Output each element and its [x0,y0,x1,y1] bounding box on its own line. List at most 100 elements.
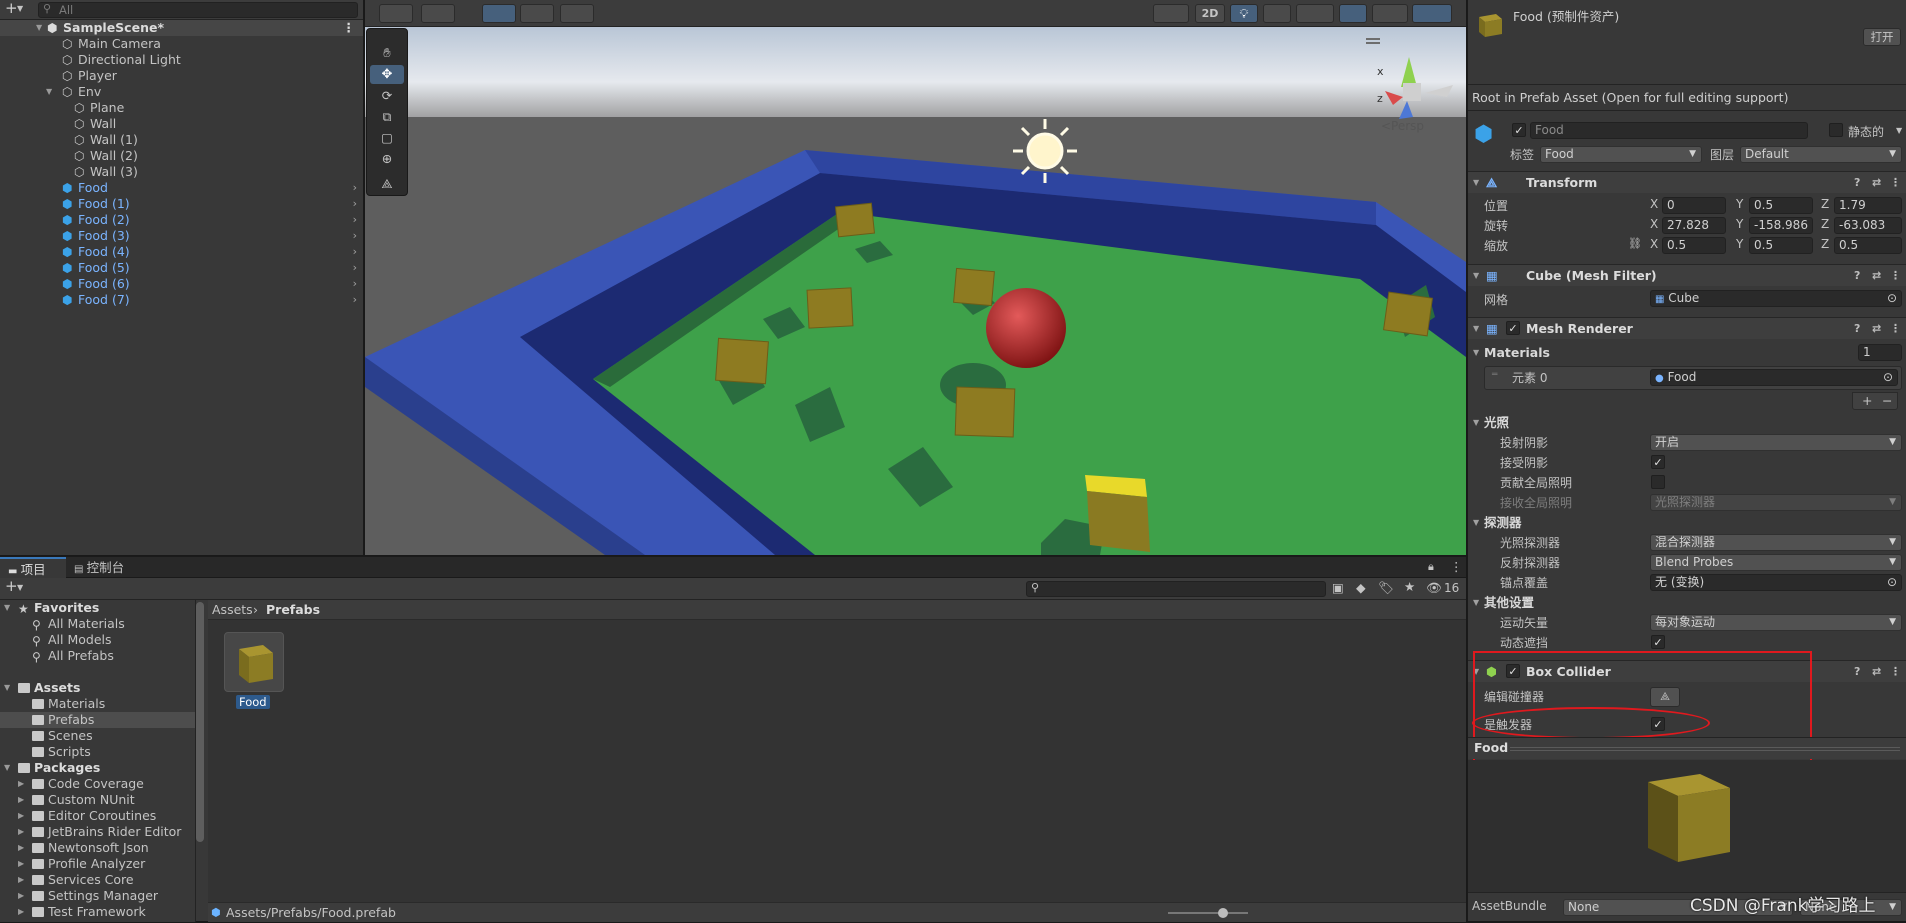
chevron-right-icon[interactable]: › [353,276,357,292]
probes-foldout[interactable]: ▼ 探测器 [1468,514,1906,532]
tree-favorites[interactable]: ▼ ★ Favorites [0,600,195,616]
perspective-toggle[interactable]: <Persp [1381,119,1424,133]
search-by-type-icon[interactable]: ▣ [1332,580,1344,595]
move-tool[interactable]: ✥ [370,65,404,84]
tree-assets[interactable]: ▼ Assets [0,680,195,696]
tree-package-folder[interactable]: ▶ Newtonsoft Json [0,840,195,856]
chevron-down-icon[interactable]: ▼ [17,583,23,592]
presets-icon[interactable]: ⇄ [1872,318,1881,340]
tree-asset-folder[interactable]: Scripts [0,744,195,760]
preview-header[interactable]: Food [1468,737,1906,759]
active-checkbox[interactable]: ✓ [1512,123,1526,137]
position-y-axis[interactable]: Y [1736,197,1743,211]
hierarchy-item-prefab[interactable]: ⬢ Food (6) › [0,276,363,292]
mesh-renderer-header[interactable]: ▼ ▦ ✓ Mesh Renderer ? ⇄ ⋮ [1468,317,1906,339]
more-icon[interactable]: ⋮ [1890,318,1901,340]
asset-tile-food[interactable] [224,632,284,692]
chevron-right-icon[interactable]: › [353,244,357,260]
drag-handle-icon[interactable]: ═ [1492,370,1497,380]
tree-favorite-item[interactable]: ⚲ All Materials [0,616,195,632]
transform-tool[interactable]: ⊕ [370,149,404,168]
tree-asset-folder[interactable]: Prefabs [0,712,195,728]
breadcrumb-assets[interactable]: Assets [212,600,253,620]
scale-y-axis[interactable]: Y [1736,237,1743,251]
hierarchy-item-prefab[interactable]: ⬢ Food (4) › [0,244,363,260]
globe-button[interactable] [421,4,455,23]
reflection-probes-dropdown[interactable]: Blend Probes ▼ [1650,554,1902,571]
presets-icon[interactable]: ⇄ [1872,172,1881,194]
icon-size-slider[interactable] [1168,908,1248,918]
scale-z-axis[interactable]: Z [1821,237,1829,251]
transform-header[interactable]: ▼ ⟁ Transform ? ⇄ ⋮ [1468,171,1906,193]
motion-vectors-dropdown[interactable]: 每对象运动 ▼ [1650,614,1902,631]
rotation-z-field[interactable]: -63.083 [1834,217,1902,234]
hierarchy-item[interactable]: ⬡ Directional Light [0,52,363,68]
position-y-field[interactable]: 0.5 [1749,197,1813,214]
scale-x-field[interactable]: 0.5 [1662,237,1726,254]
hierarchy-item[interactable]: ⬡ Wall [0,116,363,132]
tree-package-folder[interactable]: ▶ Custom NUnit [0,792,195,808]
rotation-x-axis[interactable]: X [1650,217,1658,231]
chevron-down-icon[interactable]: ▼ [1896,126,1902,135]
scale-z-field[interactable]: 0.5 [1834,237,1902,254]
mesh-filter-header[interactable]: ▼ ▦ Cube (Mesh Filter) ? ⇄ ⋮ [1468,264,1906,286]
lighting-foldout[interactable]: ▼ 光照 [1468,414,1906,432]
custom-tool[interactable]: ⟁ [370,174,404,193]
tab-project[interactable]: ▬ 项目 [0,557,66,578]
hierarchy-item-prefab[interactable]: ⬢ Food (7) › [0,292,363,308]
expand-arrow-icon[interactable]: ▶ [18,792,24,808]
expand-arrow-icon[interactable]: ▶ [18,888,24,904]
hierarchy-item[interactable]: ⬡ Plane [0,100,363,116]
hierarchy-item[interactable]: ⬡ Wall (3) [0,164,363,180]
expand-arrow-icon[interactable]: ▶ [18,856,24,872]
shading-mode-button[interactable] [1153,4,1189,23]
chevron-right-icon[interactable]: › [353,180,357,196]
hierarchy-item-prefab[interactable]: ⬢ Food › [0,180,363,196]
scene-view[interactable]: x z <Persp [365,27,1466,555]
hand-tool[interactable]: ✋︎ [370,44,404,63]
receive-shadows-checkbox[interactable]: ✓ [1651,455,1665,469]
rotate-tool[interactable]: ⟳ [370,86,404,105]
position-z-axis[interactable]: Z [1821,197,1829,211]
add-icon[interactable]: + [5,0,18,17]
audio-toggle[interactable] [1263,4,1291,23]
help-icon[interactable]: ? [1854,265,1860,287]
rotation-x-field[interactable]: 27.828 [1662,217,1726,234]
hierarchy-item-prefab[interactable]: ⬢ Food (1) › [0,196,363,212]
tree-package-folder[interactable]: ▶ Services Core [0,872,195,888]
dynamic-occlusion-checkbox[interactable]: ✓ [1651,635,1665,649]
breadcrumb-prefabs[interactable]: Prefabs [266,600,320,620]
tree-package-folder[interactable]: ▶ Settings Manager [0,888,195,904]
light-probes-dropdown[interactable]: 混合探测器 ▼ [1650,534,1902,551]
add-icon[interactable]: + [5,577,18,595]
preview-area[interactable] [1468,760,1906,892]
more-icon[interactable]: ⋮ [1890,661,1901,683]
tree-favorite-item[interactable]: ⚲ All Prefabs [0,648,195,664]
add-element-icon[interactable]: + [1862,393,1872,408]
help-icon[interactable]: ? [1854,661,1860,683]
hidden-objects-toggle[interactable] [1339,4,1367,23]
other-settings-foldout[interactable]: ▼ 其他设置 [1468,594,1906,612]
chevron-right-icon[interactable]: › [353,260,357,276]
asset-label-food[interactable]: Food [236,695,270,709]
scale-x-axis[interactable]: X [1650,237,1658,251]
rotation-z-axis[interactable]: Z [1821,217,1829,231]
position-z-field[interactable]: 1.79 [1834,197,1902,214]
expand-arrow-icon[interactable]: ▼ [4,680,10,696]
expand-arrow-icon[interactable]: ▼ [4,600,10,616]
hierarchy-item-prefab[interactable]: ⬢ Food (3) › [0,228,363,244]
open-prefab-button[interactable]: 打开 [1863,28,1901,46]
slider-thumb[interactable] [1218,908,1228,918]
object-name-field[interactable]: Food [1530,122,1808,139]
scale-tool[interactable]: ⧉ [370,107,404,126]
chevron-down-icon[interactable]: ▼ [17,4,23,13]
expand-arrow-icon[interactable]: ▼ [46,84,52,100]
object-picker-icon[interactable]: ⊙ [1887,291,1897,306]
hierarchy-item-prefab[interactable]: ⬢ Food (5) › [0,260,363,276]
expand-arrow-icon[interactable]: ▼ [36,20,42,36]
hierarchy-item[interactable]: ⬡ Wall (2) [0,148,363,164]
mesh-renderer-enabled-checkbox[interactable]: ✓ [1506,321,1520,335]
tree-favorite-item[interactable]: ⚲ All Models [0,632,195,648]
cast-shadows-dropdown[interactable]: 开启 ▼ [1650,434,1902,451]
element-0-field[interactable]: ● Food ⊙ [1650,369,1898,386]
